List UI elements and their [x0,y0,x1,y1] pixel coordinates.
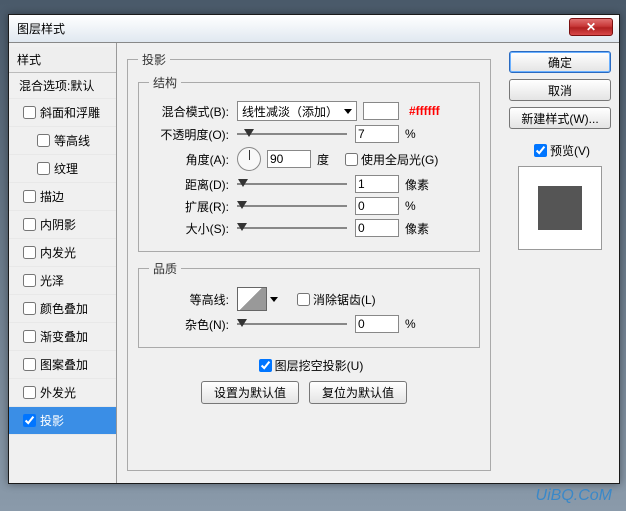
angle-label: 角度(A): [149,151,237,168]
titlebar[interactable]: 图层样式 ✕ [9,15,619,43]
ok-button[interactable]: 确定 [509,51,611,73]
contour-picker[interactable] [237,287,267,311]
size-slider[interactable] [237,221,347,235]
size-input[interactable] [355,219,399,237]
style-item-9[interactable]: 图案叠加 [9,351,116,379]
style-item-label: 投影 [40,412,64,429]
contour-label: 等高线: [149,291,237,308]
style-item-11[interactable]: 投影 [9,407,116,435]
structure-group: 结构 混合模式(B): 线性减淡（添加） #ffffff 不透明度(O): % [138,74,480,252]
blend-mode-combo[interactable]: 线性减淡（添加） [237,101,357,121]
close-icon: ✕ [586,20,596,34]
size-label: 大小(S): [149,220,237,237]
noise-label: 杂色(N): [149,316,237,333]
new-style-button[interactable]: 新建样式(W)... [509,107,611,129]
style-item-label: 描边 [40,188,64,205]
spread-input[interactable] [355,197,399,215]
style-item-checkbox[interactable] [23,246,36,259]
style-item-label: 内发光 [40,244,76,261]
style-item-label: 光泽 [40,272,64,289]
section-title: 投影 [138,51,170,68]
style-item-4[interactable]: 内阴影 [9,211,116,239]
structure-legend: 结构 [149,74,181,91]
style-item-checkbox[interactable] [23,274,36,287]
color-hex: #ffffff [409,104,440,118]
antialias-cb[interactable] [297,293,310,306]
angle-dial[interactable] [237,147,261,171]
style-item-8[interactable]: 渐变叠加 [9,323,116,351]
style-item-label: 内阴影 [40,216,76,233]
distance-input[interactable] [355,175,399,193]
style-item-0[interactable]: 斜面和浮雕 [9,99,116,127]
style-item-checkbox[interactable] [37,134,50,147]
opacity-unit: % [405,127,416,141]
style-item-checkbox[interactable] [23,302,36,315]
blending-options[interactable]: 混合选项:默认 [9,73,116,99]
watermark: UiBQ.CoM [536,487,612,505]
close-button[interactable]: ✕ [569,18,613,36]
reset-default-button[interactable]: 复位为默认值 [309,381,407,404]
opacity-label: 不透明度(O): [149,126,237,143]
style-item-3[interactable]: 描边 [9,183,116,211]
angle-input[interactable] [267,150,311,168]
style-item-checkbox[interactable] [23,218,36,231]
style-item-label: 斜面和浮雕 [40,104,100,121]
noise-unit: % [405,317,416,331]
knockout-checkbox[interactable]: 图层挖空投影(U) [255,356,364,375]
quality-group: 品质 等高线: 消除锯齿(L) 杂色(N): % [138,260,480,348]
opacity-slider[interactable] [237,127,347,141]
cancel-button[interactable]: 取消 [509,79,611,101]
preview-cb[interactable] [534,144,547,157]
antialias-checkbox[interactable]: 消除锯齿(L) [293,290,376,309]
style-item-label: 颜色叠加 [40,300,88,317]
noise-input[interactable] [355,315,399,333]
style-item-label: 纹理 [54,160,78,177]
distance-unit: 像素 [405,176,429,193]
distance-label: 距离(D): [149,176,237,193]
style-item-checkbox[interactable] [23,330,36,343]
styles-header: 样式 [9,47,116,73]
style-item-6[interactable]: 光泽 [9,267,116,295]
layer-style-dialog: 图层样式 ✕ 样式 混合选项:默认 斜面和浮雕等高线纹理描边内阴影内发光光泽颜色… [8,14,620,484]
main-fieldset: 投影 结构 混合模式(B): 线性减淡（添加） #ffffff 不透明度(O):… [127,51,491,471]
shadow-color-swatch[interactable] [363,102,399,120]
blend-mode-label: 混合模式(B): [149,103,237,120]
spread-label: 扩展(R): [149,198,237,215]
styles-list: 样式 混合选项:默认 斜面和浮雕等高线纹理描边内阴影内发光光泽颜色叠加渐变叠加图… [9,43,117,483]
spread-slider[interactable] [237,199,347,213]
opacity-input[interactable] [355,125,399,143]
style-item-1[interactable]: 等高线 [9,127,116,155]
style-item-checkbox[interactable] [23,106,36,119]
style-item-7[interactable]: 颜色叠加 [9,295,116,323]
center-panel: 投影 结构 混合模式(B): 线性减淡（添加） #ffffff 不透明度(O):… [117,43,501,483]
style-item-label: 图案叠加 [40,356,88,373]
style-item-label: 外发光 [40,384,76,401]
window-title: 图层样式 [9,20,65,37]
global-light-checkbox[interactable]: 使用全局光(G) [341,150,438,169]
preview-checkbox[interactable]: 预览(V) [509,141,611,160]
make-default-button[interactable]: 设置为默认值 [201,381,299,404]
style-item-label: 等高线 [54,132,90,149]
style-item-label: 渐变叠加 [40,328,88,345]
angle-unit: 度 [317,151,329,168]
style-item-checkbox[interactable] [23,386,36,399]
style-item-2[interactable]: 纹理 [9,155,116,183]
style-item-checkbox[interactable] [37,162,50,175]
quality-legend: 品质 [149,260,181,277]
style-item-10[interactable]: 外发光 [9,379,116,407]
style-item-checkbox[interactable] [23,190,36,203]
knockout-cb[interactable] [259,359,272,372]
style-item-5[interactable]: 内发光 [9,239,116,267]
distance-slider[interactable] [237,177,347,191]
size-unit: 像素 [405,220,429,237]
global-light-cb[interactable] [345,153,358,166]
spread-unit: % [405,199,416,213]
style-item-checkbox[interactable] [23,358,36,371]
right-panel: 确定 取消 新建样式(W)... 预览(V) [501,43,619,483]
preview-box [518,166,602,250]
noise-slider[interactable] [237,317,347,331]
style-item-checkbox[interactable] [23,414,36,427]
preview-swatch [538,186,582,230]
